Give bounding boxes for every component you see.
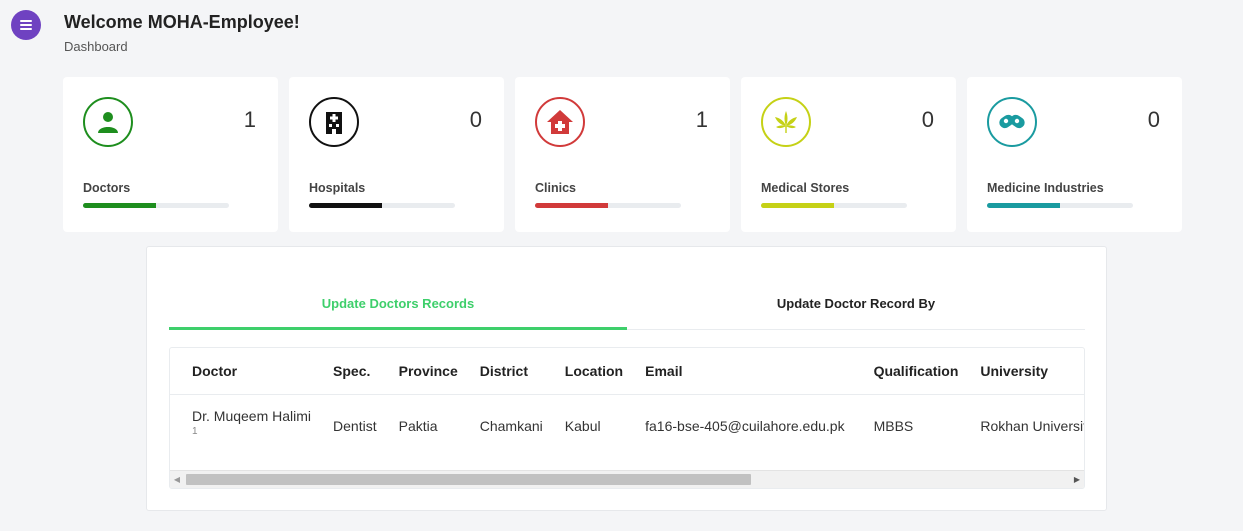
cell-location: Kabul <box>564 418 601 434</box>
horizontal-scrollbar[interactable]: ◀ ▶ <box>170 470 1084 488</box>
stat-label: Medicine Industries <box>987 181 1104 195</box>
stat-count: 1 <box>695 107 708 132</box>
capsules-icon <box>999 114 1025 129</box>
stat-label: Hospitals <box>309 181 366 195</box>
cell-doctor: Dr. Muqeem Halimi 1 <box>170 395 322 458</box>
stat-icon-circle <box>761 97 811 147</box>
doctors-table: Doctor Spec. Province District Location … <box>170 348 1085 458</box>
menu-button[interactable] <box>11 10 41 40</box>
stat-card-clinics[interactable]: 1 Clinics <box>515 77 730 232</box>
cell-university: Rokhan University <box>980 418 1085 434</box>
stat-card-medical-stores[interactable]: 0 Medical Stores <box>741 77 956 232</box>
progress-track <box>535 203 681 208</box>
progress-fill <box>309 203 382 208</box>
stat-label: Medical Stores <box>761 181 850 195</box>
user-icon <box>98 112 118 133</box>
column-header-email[interactable]: Email <box>634 348 863 395</box>
clinic-house-medical-icon <box>547 110 573 134</box>
cell-province: Paktia <box>398 418 438 434</box>
doctor-name: Dr. Muqeem Halimi <box>192 407 312 424</box>
doctors-table-container: Doctor Spec. Province District Location … <box>169 347 1085 489</box>
stat-count: 0 <box>1147 107 1160 132</box>
progress-fill <box>987 203 1060 208</box>
stat-card-medicine-industries[interactable]: 0 Medicine Industries <box>967 77 1182 232</box>
progress-fill <box>761 203 834 208</box>
page-title: Welcome MOHA-Employee! <box>64 12 300 32</box>
column-header-location[interactable]: Location <box>553 348 635 395</box>
progress-track <box>987 203 1133 208</box>
page-header: Welcome MOHA-Employee! Dashboard <box>64 12 300 54</box>
column-header-district[interactable]: District <box>468 348 554 395</box>
stat-cards: 1 Doctors 0 Hospitals 1 Clinics 0 Medica… <box>63 77 1182 232</box>
cell-district: Chamkani <box>479 418 543 434</box>
tab-bar: Update Doctors Records Update Doctor Rec… <box>169 277 1085 330</box>
stat-label: Clinics <box>535 181 576 195</box>
stat-icon-circle <box>83 97 133 147</box>
stat-card-doctors[interactable]: 1 Doctors <box>63 77 278 232</box>
stat-card-hospitals[interactable]: 0 Hospitals <box>289 77 504 232</box>
progress-fill <box>83 203 156 208</box>
stat-count: 0 <box>921 107 934 132</box>
tab-update-doctors-records[interactable]: Update Doctors Records <box>169 277 627 330</box>
stat-count: 1 <box>243 107 256 132</box>
progress-track <box>761 203 907 208</box>
column-header-spec[interactable]: Spec. <box>322 348 388 395</box>
column-header-province[interactable]: Province <box>387 348 469 395</box>
stat-icon-circle <box>987 97 1037 147</box>
stat-icon-circle <box>535 97 585 147</box>
table-row[interactable]: Dr. Muqeem Halimi 1 Dentist Paktia Chamk… <box>170 395 1085 458</box>
progress-fill <box>535 203 608 208</box>
scroll-right-arrow-icon[interactable]: ▶ <box>1070 471 1084 488</box>
hamburger-menu-icon <box>20 20 32 30</box>
cell-qualification: MBBS <box>873 418 914 434</box>
cannabis-leaf-icon <box>775 111 797 133</box>
cell-spec: Dentist <box>333 418 377 434</box>
column-header-qualification[interactable]: Qualification <box>862 348 970 395</box>
breadcrumb: Dashboard <box>64 39 128 54</box>
records-panel: Update Doctors Records Update Doctor Rec… <box>146 246 1107 511</box>
column-header-doctor[interactable]: Doctor <box>170 348 323 395</box>
table-header-row: Doctor Spec. Province District Location … <box>170 348 1084 395</box>
stat-icon-circle <box>309 97 359 147</box>
column-header-university[interactable]: University <box>969 348 1084 395</box>
stat-count: 0 <box>469 107 482 132</box>
cell-email: fa16-bse-405@cuilahore.edu.pk <box>645 418 845 434</box>
progress-track <box>83 203 229 208</box>
progress-track <box>309 203 455 208</box>
stat-label: Doctors <box>83 181 131 195</box>
scroll-left-arrow-icon[interactable]: ◀ <box>170 471 184 488</box>
scrollbar-thumb[interactable] <box>186 474 751 485</box>
doctor-id: 1 <box>192 425 198 437</box>
hospital-building-icon <box>326 112 342 134</box>
tab-update-doctor-record-by[interactable]: Update Doctor Record By <box>627 277 1085 329</box>
